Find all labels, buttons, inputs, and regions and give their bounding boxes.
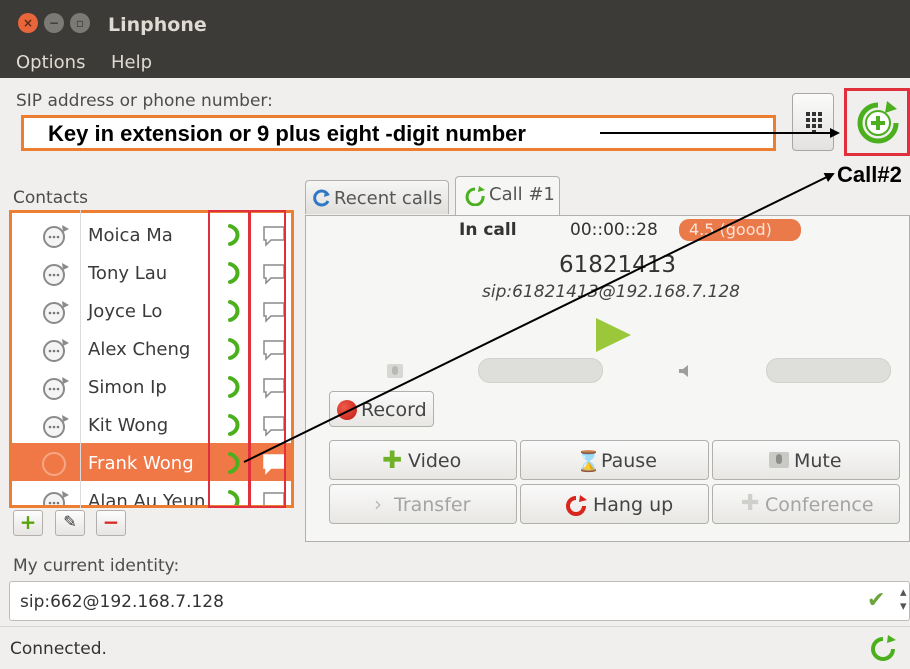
tab-recent-calls[interactable]: Recent calls bbox=[305, 180, 449, 214]
microphone-icon bbox=[387, 364, 403, 378]
close-icon[interactable]: × bbox=[18, 13, 38, 33]
add-conference-icon: ✚ bbox=[741, 491, 760, 516]
sip-address-label: SIP address or phone number: bbox=[16, 91, 273, 111]
remove-contact-button[interactable]: − bbox=[96, 510, 126, 536]
call-tab-icon bbox=[465, 186, 485, 206]
status-bar: Connected. bbox=[0, 626, 910, 669]
start-call-highlight bbox=[844, 88, 910, 156]
chevron-right-icon: › bbox=[374, 492, 382, 516]
hangup-button-label: Hang up bbox=[593, 494, 674, 516]
sip-address-input[interactable]: Key in extension or 9 plus eight -digit … bbox=[21, 115, 776, 151]
pause-button[interactable]: ⌛ Pause bbox=[520, 440, 709, 480]
contact-avatar-icon bbox=[43, 415, 69, 438]
contact-avatar-icon bbox=[43, 491, 69, 505]
transfer-button[interactable]: › Transfer bbox=[329, 484, 517, 524]
record-icon bbox=[337, 400, 357, 420]
video-button[interactable]: ✚ Video bbox=[329, 440, 517, 480]
identity-select[interactable]: sip:662@192.168.7.128 ✔ ▴ ▾ bbox=[9, 581, 910, 621]
registration-status-icon bbox=[871, 635, 896, 661]
start-call-icon[interactable] bbox=[853, 99, 903, 145]
contact-name: Alex Cheng bbox=[88, 339, 191, 360]
contact-name: Tony Lau bbox=[88, 263, 168, 284]
pause-button-label: Pause bbox=[601, 450, 657, 472]
tab-call-1-label: Call #1 bbox=[489, 184, 555, 205]
hangup-button[interactable]: Hang up bbox=[520, 484, 709, 524]
add-contact-button[interactable]: + bbox=[13, 510, 43, 536]
call-sip-uri: sip:61821413@192.168.7.128 bbox=[482, 282, 740, 302]
menu-options[interactable]: Options bbox=[16, 52, 85, 73]
conference-button[interactable]: ✚ Conference bbox=[712, 484, 900, 524]
tab-recent-calls-label: Recent calls bbox=[334, 188, 443, 209]
contact-name: Kit Wong bbox=[88, 415, 169, 436]
call-state: In call bbox=[459, 220, 517, 240]
microphone-mute-icon bbox=[769, 452, 789, 468]
record-button[interactable]: Record bbox=[329, 391, 434, 427]
menu-bar: Options Help bbox=[0, 48, 910, 78]
recent-calls-icon bbox=[313, 189, 330, 207]
dialpad-icon bbox=[806, 112, 822, 134]
title-bar: × − ▫ Linphone bbox=[0, 0, 910, 48]
contacts-label: Contacts bbox=[13, 188, 88, 208]
menu-help[interactable]: Help bbox=[111, 52, 152, 73]
chat-column-highlight bbox=[249, 210, 286, 508]
contact-avatar-icon bbox=[43, 263, 69, 286]
mute-button-label: Mute bbox=[794, 450, 842, 472]
linphone-window: × − ▫ Linphone Options Help SIP address … bbox=[0, 0, 910, 669]
transfer-button-label: Transfer bbox=[394, 494, 471, 516]
tab-call-1[interactable]: Call #1 bbox=[455, 176, 560, 216]
identity-label: My current identity: bbox=[13, 556, 180, 576]
window-title: Linphone bbox=[108, 14, 207, 36]
maximize-icon[interactable]: ▫ bbox=[70, 13, 90, 33]
add-video-icon: ✚ bbox=[382, 446, 403, 474]
contact-name: Frank Wong bbox=[88, 453, 194, 474]
contacts-divider bbox=[80, 210, 81, 508]
play-icon bbox=[596, 318, 631, 352]
identity-value: sip:662@192.168.7.128 bbox=[20, 592, 224, 612]
dialpad-button[interactable] bbox=[792, 93, 834, 151]
mute-button[interactable]: Mute bbox=[712, 440, 900, 480]
contact-name: Alan Au Yeun bbox=[88, 491, 206, 508]
microphone-level-slider[interactable] bbox=[478, 358, 603, 383]
hangup-icon bbox=[566, 495, 587, 516]
speaker-icon bbox=[679, 365, 688, 377]
hourglass-icon: ⌛ bbox=[576, 449, 601, 473]
spin-arrows-icon[interactable]: ▴ ▾ bbox=[900, 586, 907, 614]
call-quality-badge: 4.5 (good) bbox=[679, 219, 801, 241]
contact-name: Moica Ma bbox=[88, 225, 173, 246]
contact-avatar-icon bbox=[43, 301, 69, 324]
contact-avatar-icon bbox=[43, 377, 69, 400]
status-text: Connected. bbox=[10, 639, 107, 659]
contact-name: Joyce Lo bbox=[88, 301, 163, 322]
contact-avatar-icon bbox=[43, 225, 69, 248]
call-number: 61821413 bbox=[559, 252, 677, 278]
edit-contact-button[interactable]: ✎ bbox=[55, 510, 85, 536]
call2-annotation: Call#2 bbox=[837, 162, 902, 187]
minimize-icon[interactable]: − bbox=[44, 13, 64, 33]
speaker-level-slider[interactable] bbox=[766, 358, 891, 383]
call-column-highlight bbox=[208, 210, 250, 508]
call-duration: 00::00::28 bbox=[570, 220, 658, 240]
contact-avatar-icon bbox=[43, 339, 69, 362]
checkmark-icon: ✔ bbox=[867, 588, 886, 613]
contact-name: Simon Ip bbox=[88, 377, 167, 398]
conference-button-label: Conference bbox=[765, 494, 874, 516]
contact-avatar-icon bbox=[42, 452, 66, 476]
video-button-label: Video bbox=[408, 450, 462, 472]
record-button-label: Record bbox=[361, 399, 427, 421]
